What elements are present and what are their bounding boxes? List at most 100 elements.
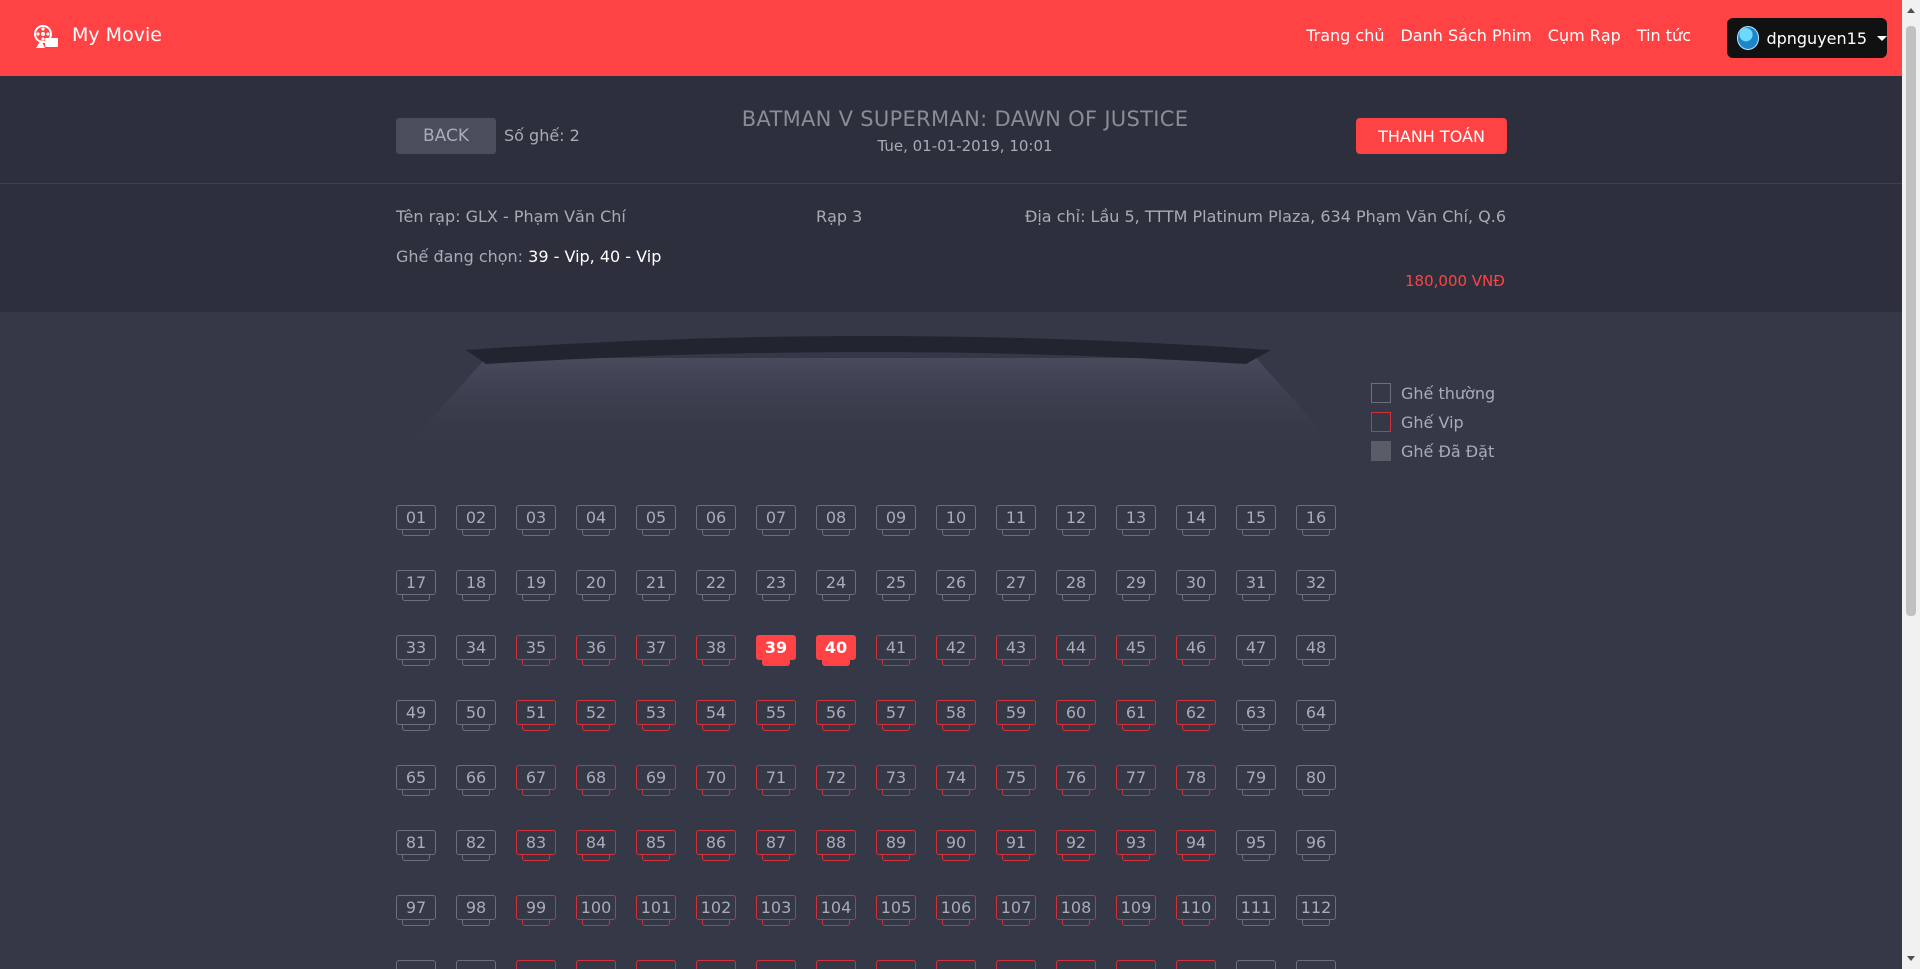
seat[interactable]: 36 (576, 635, 616, 666)
seat[interactable]: 40 (816, 635, 856, 666)
scroll-thumb[interactable] (1906, 26, 1916, 616)
seat[interactable]: 88 (816, 830, 856, 861)
seat[interactable]: 97 (396, 895, 436, 926)
seat[interactable]: 01 (396, 505, 436, 536)
seat[interactable] (1176, 960, 1216, 969)
seat[interactable]: 34 (456, 635, 496, 666)
seat[interactable]: 50 (456, 700, 496, 731)
seat[interactable]: 100 (576, 895, 616, 926)
seat[interactable]: 44 (1056, 635, 1096, 666)
nav-movie-list[interactable]: Danh Sách Phim (1400, 26, 1531, 45)
seat[interactable]: 56 (816, 700, 856, 731)
seat[interactable]: 96 (1296, 830, 1336, 861)
seat[interactable] (576, 960, 616, 969)
seat[interactable]: 86 (696, 830, 736, 861)
seat[interactable]: 112 (1296, 895, 1336, 926)
seat[interactable] (996, 960, 1036, 969)
seat[interactable]: 51 (516, 700, 556, 731)
seat[interactable]: 61 (1116, 700, 1156, 731)
seat[interactable]: 08 (816, 505, 856, 536)
seat[interactable]: 93 (1116, 830, 1156, 861)
seat[interactable]: 39 (756, 635, 796, 666)
seat[interactable]: 52 (576, 700, 616, 731)
seat[interactable]: 23 (756, 570, 796, 601)
seat[interactable]: 57 (876, 700, 916, 731)
brand-name[interactable]: My Movie (72, 24, 162, 46)
seat[interactable]: 85 (636, 830, 676, 861)
seat[interactable] (1236, 960, 1276, 969)
seat[interactable] (1116, 960, 1156, 969)
seat[interactable]: 21 (636, 570, 676, 601)
seat[interactable]: 87 (756, 830, 796, 861)
seat[interactable]: 47 (1236, 635, 1276, 666)
seat[interactable]: 111 (1236, 895, 1276, 926)
seat[interactable]: 60 (1056, 700, 1096, 731)
seat[interactable]: 22 (696, 570, 736, 601)
checkout-button[interactable]: THANH TOÁN (1356, 118, 1507, 154)
seat[interactable]: 32 (1296, 570, 1336, 601)
seat[interactable]: 26 (936, 570, 976, 601)
nav-news[interactable]: Tin tức (1637, 26, 1691, 45)
seat[interactable]: 10 (936, 505, 976, 536)
seat[interactable]: 24 (816, 570, 856, 601)
seat[interactable]: 48 (1296, 635, 1336, 666)
seat[interactable]: 66 (456, 765, 496, 796)
seat[interactable]: 70 (696, 765, 736, 796)
seat[interactable]: 05 (636, 505, 676, 536)
seat[interactable]: 16 (1296, 505, 1336, 536)
seat[interactable]: 84 (576, 830, 616, 861)
film-reel-icon[interactable] (33, 24, 59, 50)
seat[interactable]: 95 (1236, 830, 1276, 861)
seat[interactable] (1296, 960, 1336, 969)
nav-home[interactable]: Trang chủ (1306, 26, 1384, 45)
seat[interactable]: 76 (1056, 765, 1096, 796)
seat[interactable]: 71 (756, 765, 796, 796)
seat[interactable]: 91 (996, 830, 1036, 861)
seat[interactable]: 02 (456, 505, 496, 536)
seat[interactable]: 101 (636, 895, 676, 926)
seat[interactable]: 20 (576, 570, 616, 601)
seat[interactable] (516, 960, 556, 969)
seat[interactable]: 03 (516, 505, 556, 536)
seat[interactable]: 78 (1176, 765, 1216, 796)
seat[interactable]: 98 (456, 895, 496, 926)
seat[interactable]: 18 (456, 570, 496, 601)
seat[interactable]: 37 (636, 635, 676, 666)
seat[interactable]: 92 (1056, 830, 1096, 861)
seat[interactable]: 106 (936, 895, 976, 926)
seat[interactable]: 58 (936, 700, 976, 731)
seat[interactable]: 90 (936, 830, 976, 861)
seat[interactable]: 42 (936, 635, 976, 666)
nav-cinemas[interactable]: Cụm Rạp (1548, 26, 1621, 45)
seat[interactable]: 105 (876, 895, 916, 926)
seat[interactable]: 46 (1176, 635, 1216, 666)
seat[interactable] (396, 960, 436, 969)
seat[interactable]: 80 (1296, 765, 1336, 796)
seat[interactable]: 99 (516, 895, 556, 926)
seat[interactable]: 110 (1176, 895, 1216, 926)
seat[interactable]: 103 (756, 895, 796, 926)
seat[interactable]: 30 (1176, 570, 1216, 601)
seat[interactable]: 104 (816, 895, 856, 926)
seat[interactable]: 33 (396, 635, 436, 666)
seat[interactable]: 49 (396, 700, 436, 731)
seat[interactable]: 14 (1176, 505, 1216, 536)
seat[interactable]: 17 (396, 570, 436, 601)
seat[interactable]: 67 (516, 765, 556, 796)
user-menu-button[interactable]: dpnguyen15 (1727, 18, 1887, 58)
seat[interactable]: 74 (936, 765, 976, 796)
seat[interactable]: 73 (876, 765, 916, 796)
seat[interactable] (1056, 960, 1096, 969)
seat[interactable]: 07 (756, 505, 796, 536)
seat[interactable]: 25 (876, 570, 916, 601)
seat[interactable]: 75 (996, 765, 1036, 796)
seat[interactable]: 43 (996, 635, 1036, 666)
seat[interactable] (936, 960, 976, 969)
seat[interactable]: 54 (696, 700, 736, 731)
seat[interactable]: 102 (696, 895, 736, 926)
seat[interactable]: 77 (1116, 765, 1156, 796)
seat[interactable]: 109 (1116, 895, 1156, 926)
scroll-down-icon[interactable] (1907, 956, 1915, 961)
seat[interactable] (456, 960, 496, 969)
seat[interactable] (696, 960, 736, 969)
